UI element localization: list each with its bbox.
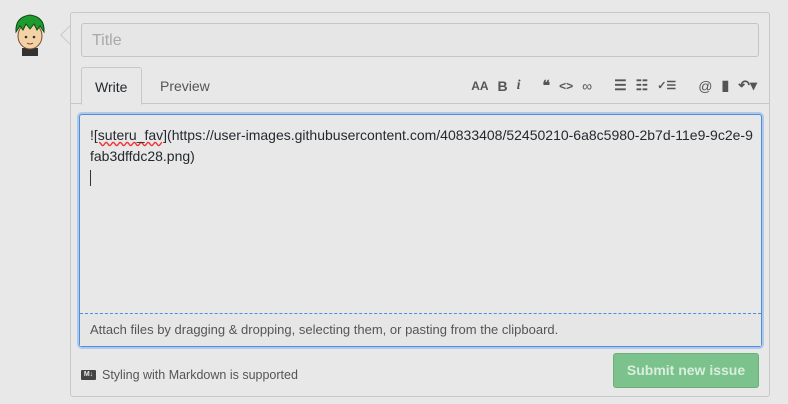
image-alt: [suteru_fav]	[93, 127, 168, 143]
link-icon[interactable]: ∞	[582, 78, 592, 94]
markdown-toolbar: AA B i ❝ <> ∞ ☰ ☷ ✓☰ @ ▮ ↶▾	[462, 77, 757, 94]
italic-icon[interactable]: i	[517, 78, 521, 94]
bold-icon[interactable]: B	[498, 78, 508, 94]
heading-icon[interactable]: AA	[471, 79, 488, 93]
image-url: (https://user-images.githubusercontent.c…	[90, 127, 753, 164]
mention-icon[interactable]: @	[698, 78, 712, 94]
tab-preview[interactable]: Preview	[147, 67, 223, 104]
avatar	[15, 14, 45, 56]
comment-body: ![suteru_fav](https://user-images.github…	[90, 125, 753, 188]
reference-icon[interactable]: ▮	[722, 77, 730, 94]
code-icon[interactable]: <>	[559, 79, 573, 93]
task-list-icon[interactable]: ✓☰	[657, 79, 676, 92]
tab-bar: Write Preview AA B i ❝ <> ∞ ☰ ☷ ✓☰ @ ▮ ↶…	[71, 67, 769, 105]
unordered-list-icon[interactable]: ☰	[614, 77, 627, 94]
text-caret	[90, 170, 91, 187]
markdown-icon: M↓	[81, 370, 96, 380]
tab-write[interactable]: Write	[81, 67, 142, 105]
comment-textarea[interactable]: ![suteru_fav](https://user-images.github…	[79, 114, 762, 347]
markdown-note-text[interactable]: Styling with Markdown is supported	[102, 368, 298, 382]
submit-issue-button[interactable]: Submit new issue	[613, 353, 759, 388]
issue-form: Title Write Preview AA B i ❝ <> ∞ ☰ ☷ ✓☰…	[70, 12, 770, 397]
quote-icon[interactable]: ❝	[543, 77, 551, 94]
reply-icon[interactable]: ↶▾	[738, 77, 757, 94]
markdown-note[interactable]: M↓ Styling with Markdown is supported	[81, 368, 298, 382]
attach-files-area[interactable]: Attach files by dragging & dropping, sel…	[80, 313, 761, 346]
title-input[interactable]: Title	[81, 23, 759, 57]
ordered-list-icon[interactable]: ☷	[636, 77, 649, 94]
